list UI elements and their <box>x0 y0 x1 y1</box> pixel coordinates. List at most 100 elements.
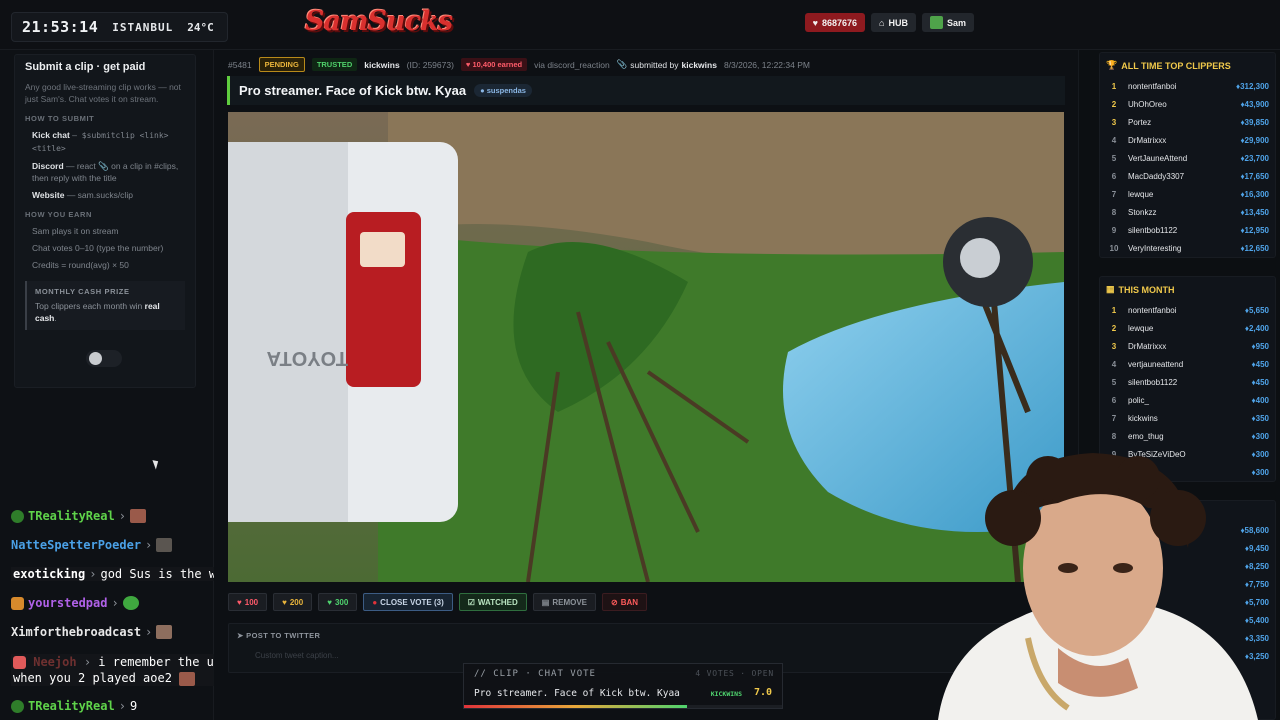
award-200-button[interactable]: ♥ 200 <box>273 593 313 611</box>
award-300-button[interactable]: ♥ 300 <box>318 593 358 611</box>
chat-user[interactable]: exoticking <box>13 567 85 581</box>
clip-tag-chip[interactable]: ● suspendas <box>474 84 532 97</box>
submitter-name[interactable]: kickwins <box>364 60 399 70</box>
vote-progress-fill <box>464 705 687 708</box>
prize-text-main: Top clippers each month win <box>35 301 143 311</box>
clip-meta: #5481 PENDING TRUSTED kickwins (ID: 2596… <box>228 57 810 72</box>
award-100-button[interactable]: ♥ 100 <box>228 593 268 611</box>
chat-separator: › <box>111 596 119 610</box>
ban-label: BAN <box>620 597 639 607</box>
calendar-icon: ▦ <box>1106 284 1115 294</box>
svg-text:TOYOTA: TOYOTA <box>267 347 348 369</box>
home-icon: ⌂ <box>879 17 885 28</box>
watched-button[interactable]: ☑ WATCHED <box>458 593 527 611</box>
leaderboard-name: UhOhOreo <box>1128 99 1167 109</box>
leaderboard-row[interactable]: 6 polic_ ♦ 400 <box>1100 391 1275 409</box>
leaderboard-rank: 7 <box>1111 413 1117 423</box>
website-text[interactable]: — sam.sucks/clip <box>67 190 133 200</box>
leaderboard-name: lewque <box>1128 323 1154 333</box>
award-200-label: 200 <box>289 597 304 607</box>
status-badge: PENDING <box>258 57 305 72</box>
leaderboard-rank: 6 <box>1111 395 1117 405</box>
chat-user[interactable]: Neejoh <box>33 655 76 669</box>
leaderboard-row[interactable]: 3 DrMatrixxx ♦ 950 <box>1100 337 1275 355</box>
chat-user[interactable]: yourstedpad <box>28 596 107 610</box>
chat-user[interactable]: TRealityReal <box>28 509 115 523</box>
chat-separator: › <box>118 509 126 523</box>
leaderboard-name: nontentfanboi <box>1128 305 1177 315</box>
check-icon: ☑ <box>467 597 475 607</box>
prize-text: Top clippers each month win real cash. <box>35 300 177 324</box>
leaderboard-row[interactable]: 8 emo_thug ♦ 300 <box>1100 427 1275 445</box>
user-name: Sam <box>946 17 966 28</box>
leaderboard-row[interactable]: 8 Stonkzz ♦ 13,450 <box>1100 203 1275 221</box>
leaderboard-row[interactable]: 2 UhOhOreo ♦ 43,900 <box>1100 95 1275 113</box>
top-right-controls: ♥ 8687676 ⌂ HUB Sam <box>804 13 974 32</box>
leaderboard-row[interactable]: 1 nontentfanboi ♦ 312,300 <box>1100 77 1275 95</box>
chat-message: TRealityReal › <box>11 509 146 523</box>
clip-actions: ♥ 100 ♥ 200 ♥ 300 ● CLOSE VOTE (3) ☑ WATCHED … <box>228 593 648 611</box>
leaderboard-row[interactable]: 4 DrMatrixxx ♦ 29,900 <box>1100 131 1275 149</box>
leaderboard-row[interactable]: 2 lewque ♦ 2,400 <box>1100 319 1275 337</box>
leaderboard-row[interactable]: 7 kickwins ♦ 350 <box>1100 409 1275 427</box>
leaderboard-rank: 8 <box>1111 431 1117 441</box>
leaderboard-row[interactable]: 1 nontentfanboi ♦ 5,650 <box>1100 301 1275 319</box>
alltime-leaderboard: 🏆 ALL TIME TOP CLIPPERS 1 nontentfanboi ♦ 3… <box>1099 52 1276 258</box>
vote-progress-bar <box>464 705 782 708</box>
leaderboard-name: DrMatrixxx <box>1128 135 1167 145</box>
prize-end: . <box>54 313 57 323</box>
leaderboard-rank: 9 <box>1111 225 1117 235</box>
webcam-overlay <box>908 448 1280 720</box>
submit-kick: Kick chat — $submitclip <link> <title> <box>32 129 185 155</box>
vote-clip-author: KICKWINS <box>710 690 742 698</box>
chat-user[interactable]: Ximforthebroadcast <box>11 625 141 639</box>
chat-text: 9 <box>129 699 138 713</box>
close-vote-button[interactable]: ● CLOSE VOTE (3) <box>363 593 453 611</box>
clock-temperature: 24°C <box>187 20 214 34</box>
chat-user[interactable]: NatteSpetterPoeder <box>11 538 141 552</box>
ban-icon: ⊘ <box>611 597 618 607</box>
hub-button[interactable]: ⌂ HUB <box>871 13 916 32</box>
emote-icon <box>122 596 139 610</box>
leaderboard-name: polic_ <box>1128 395 1149 405</box>
record-icon: ● <box>372 597 378 607</box>
leaderboard-score: 16,300 <box>1244 189 1269 199</box>
leaderboard-name: VertJauneAttend <box>1128 153 1188 163</box>
emote-icon <box>129 509 146 523</box>
leaderboard-row[interactable]: 3 Portez ♦ 39,850 <box>1100 113 1275 131</box>
submitted-by-label: submitted by <box>630 59 679 70</box>
submit-info-card: Submit a clip · get paid Any good live-s… <box>14 54 196 388</box>
leaderboard-rank: 6 <box>1111 171 1117 181</box>
clock-time: 21:53:14 <box>22 18 99 36</box>
site-logo[interactable]: SamSucks <box>305 6 453 37</box>
leaderboard-rank: 3 <box>1111 117 1117 127</box>
leaderboard-row[interactable]: 5 silentbob1122 ♦ 450 <box>1100 373 1275 391</box>
remove-button[interactable]: ▤ REMOVE <box>532 593 596 611</box>
panel-toggle[interactable] <box>86 350 122 367</box>
leaderboard-rank: 3 <box>1111 341 1117 351</box>
close-vote-label: CLOSE VOTE (3) <box>380 597 444 607</box>
points-button[interactable]: ♥ 8687676 <box>804 13 866 32</box>
streamer-webcam-image <box>938 453 1258 720</box>
send-icon: ➤ <box>237 631 247 640</box>
leaderboard-row[interactable]: 5 VertJauneAttend ♦ 23,700 <box>1100 149 1275 167</box>
emote-icon <box>156 538 173 552</box>
leaderboard-score: 23,700 <box>1244 153 1269 163</box>
leaderboard-row[interactable]: 7 lewque ♦ 16,300 <box>1100 185 1275 203</box>
website-label: Website <box>32 190 65 200</box>
leaderboard-row[interactable]: 6 MacDaddy3307 ♦ 17,650 <box>1100 167 1275 185</box>
leaderboard-score: 43,900 <box>1244 99 1269 109</box>
chat-separator: › <box>145 625 153 639</box>
leaderboard-row[interactable]: 4 vertjauneattend ♦ 450 <box>1100 355 1275 373</box>
ban-button[interactable]: ⊘ BAN <box>602 593 648 611</box>
gem-icon: ♥ <box>282 597 287 607</box>
user-menu-button[interactable]: Sam <box>921 13 974 32</box>
chat-message: yourstedpad › <box>11 596 139 610</box>
submitted-by-user[interactable]: kickwins <box>682 60 717 70</box>
leaderboard-row[interactable]: 10 VeryInteresting ♦ 12,650 <box>1100 239 1275 257</box>
leaderboard-score: 400 <box>1255 395 1269 405</box>
chat-user[interactable]: TRealityReal <box>28 699 115 713</box>
leaderboard-name: emo_thug <box>1128 431 1164 441</box>
leaderboard-row[interactable]: 9 silentbob1122 ♦ 12,950 <box>1100 221 1275 239</box>
tweet-caption-input[interactable]: Custom tweet caption... <box>255 651 339 660</box>
